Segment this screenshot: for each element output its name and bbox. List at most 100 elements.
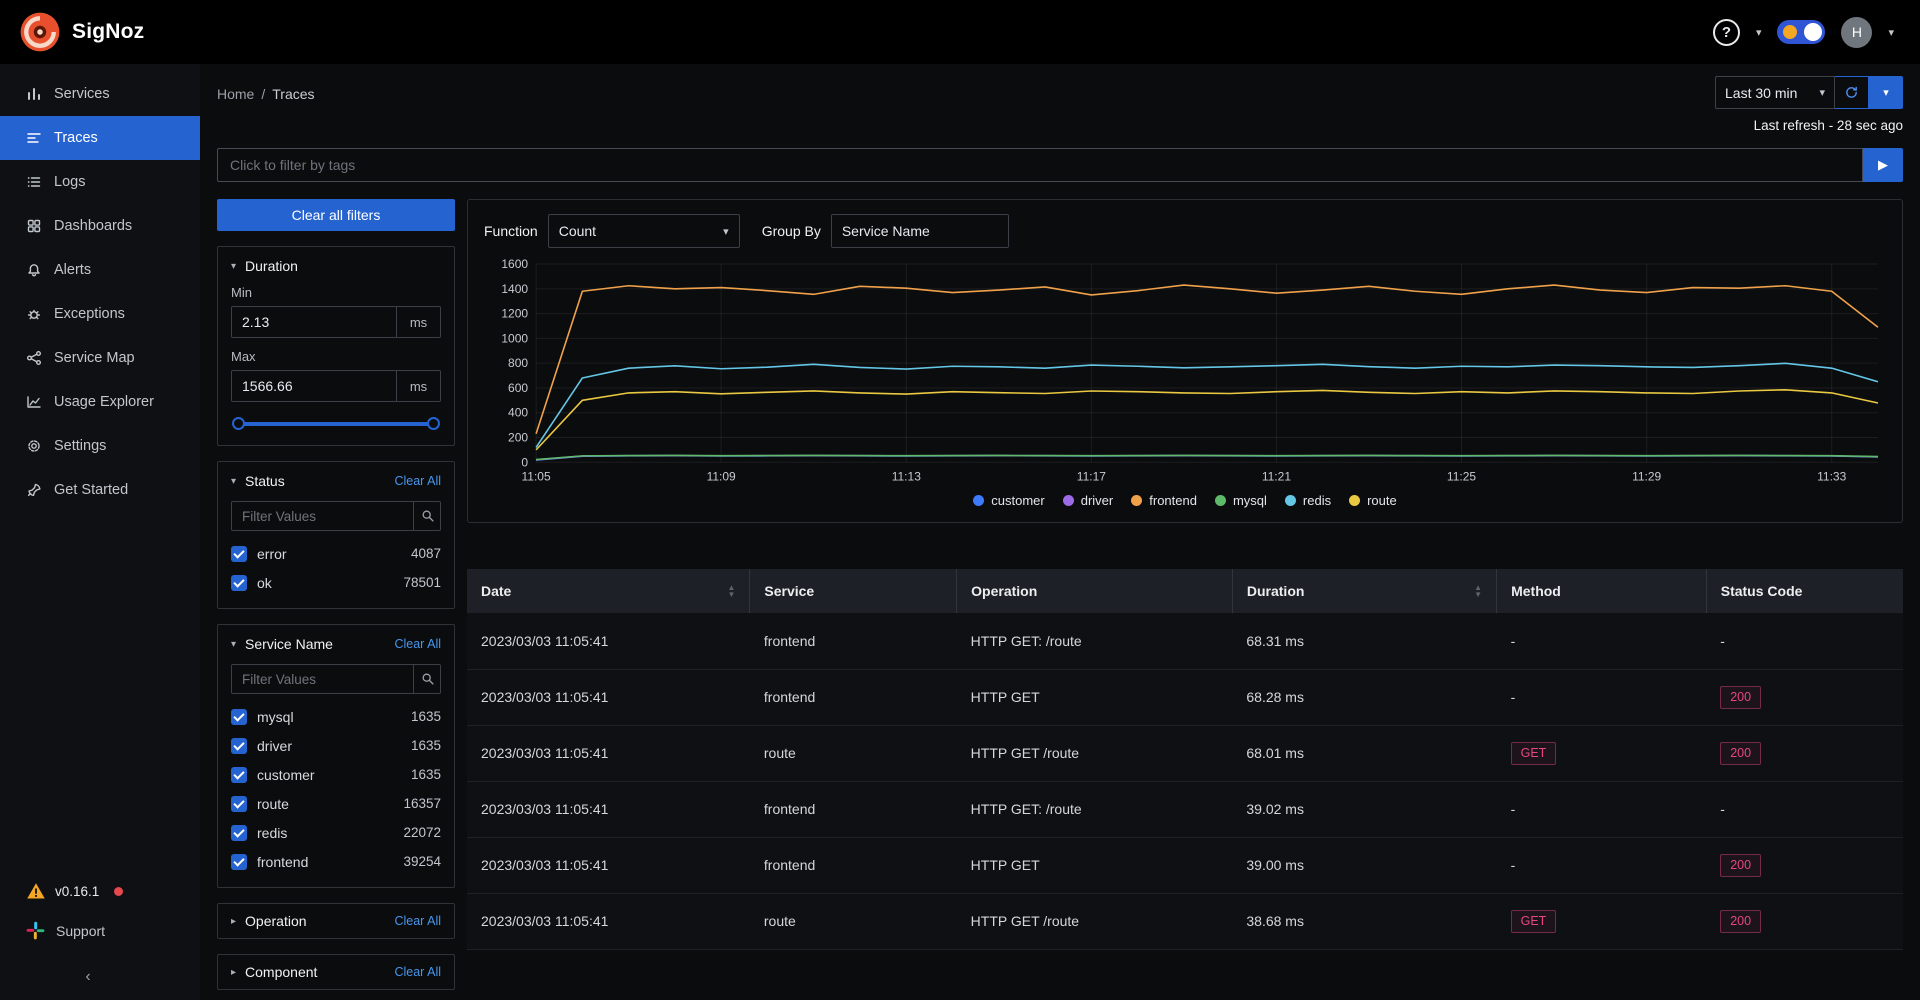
avatar[interactable]: H xyxy=(1841,16,1873,48)
checkbox-icon[interactable] xyxy=(231,766,247,783)
traces-chart[interactable]: 0 200 400 600 800 1000 1200 1400 1600 11:05 11:09 1… xyxy=(484,256,1886,491)
checkbox-icon[interactable] xyxy=(231,574,247,591)
filter-option-driver[interactable]: driver 1635 xyxy=(231,731,441,760)
cell-duration: 68.28 ms xyxy=(1232,669,1497,726)
search-icon[interactable] xyxy=(413,664,441,694)
time-range-select[interactable]: Last 30 min ▾ xyxy=(1715,76,1835,109)
duration-slider-handle-min[interactable] xyxy=(232,417,245,430)
refresh-button[interactable] xyxy=(1835,76,1869,109)
duration-max-input[interactable] xyxy=(231,370,397,402)
sidebar-item-settings[interactable]: Settings xyxy=(0,424,200,468)
service-clear-all-link[interactable]: Clear All xyxy=(394,637,441,651)
svg-text:1200: 1200 xyxy=(501,307,528,321)
refresh-options-button[interactable]: ▾ xyxy=(1869,76,1903,109)
legend-item-route[interactable]: route xyxy=(1349,493,1397,508)
results-panel: Function Count ▾ Group By Service Name 0… xyxy=(467,199,1903,950)
legend-item-customer[interactable]: customer xyxy=(973,493,1045,508)
sidebar-item-label: Exceptions xyxy=(54,306,125,322)
run-filter-button[interactable]: ▶ xyxy=(1863,148,1903,182)
legend-item-frontend[interactable]: frontend xyxy=(1131,493,1197,508)
duration-min-input[interactable] xyxy=(231,306,397,338)
tag-filter-input[interactable] xyxy=(217,148,1863,182)
help-icon[interactable]: ? xyxy=(1712,18,1740,46)
legend-item-driver[interactable]: driver xyxy=(1062,493,1113,508)
chevron-down-icon: ▾ xyxy=(1819,87,1825,99)
checkbox-icon[interactable] xyxy=(231,853,247,870)
filter-option-error[interactable]: error 4087 xyxy=(231,539,441,568)
filter-option-ok[interactable]: ok 78501 xyxy=(231,568,441,597)
theme-toggle[interactable] xyxy=(1777,20,1826,44)
legend-item-mysql[interactable]: mysql xyxy=(1214,493,1267,508)
service-filter-input[interactable] xyxy=(231,664,441,694)
sidebar-item-usage-explorer[interactable]: Usage Explorer xyxy=(0,380,200,424)
breadcrumb-home[interactable]: Home xyxy=(217,86,254,102)
sidebar-item-traces[interactable]: Traces xyxy=(0,116,200,160)
column-header-duration[interactable]: Duration ▲ ▼ xyxy=(1232,569,1498,614)
user-chevron-down-icon[interactable]: ▾ xyxy=(1888,26,1894,39)
sidebar-item-services[interactable]: Services xyxy=(0,72,200,116)
bar-chart-icon xyxy=(26,86,42,102)
sort-icon[interactable]: ▲ ▼ xyxy=(727,584,735,599)
component-section-header[interactable]: ▸ Component Clear All xyxy=(231,964,441,980)
trace-row[interactable]: 2023/03/03 11:05:41 frontend HTTP GET: /… xyxy=(467,613,1903,670)
checkbox-icon[interactable] xyxy=(231,824,247,841)
filter-option-frontend[interactable]: frontend 39254 xyxy=(231,847,441,876)
clear-all-filters-button[interactable]: Clear all filters xyxy=(217,199,455,231)
function-select[interactable]: Count ▾ xyxy=(547,214,740,248)
chevron-right-icon: ▸ xyxy=(231,915,237,927)
status-clear-all-link[interactable]: Clear All xyxy=(394,474,441,488)
traces-icon xyxy=(26,130,42,146)
duration-slider-handle-max[interactable] xyxy=(427,417,440,430)
filter-option-count: 4087 xyxy=(410,546,441,561)
chart-svg[interactable]: 0 200 400 600 800 1000 1200 1400 1600 11:05 11:09 1… xyxy=(484,256,1886,488)
brand[interactable]: SigNoz xyxy=(20,12,144,52)
alert-bell-icon xyxy=(26,262,42,278)
sidebar-collapse-icon[interactable]: ‹ xyxy=(26,968,200,986)
legend-item-redis[interactable]: redis xyxy=(1284,493,1331,508)
status-section-header[interactable]: ▾ Status Clear All xyxy=(231,473,441,489)
trace-row[interactable]: 2023/03/03 11:05:41 route HTTP GET /rout… xyxy=(467,725,1903,782)
top-bar: SigNoz ? ▾ H ▾ xyxy=(0,0,1920,64)
breadcrumb: Home / Traces xyxy=(217,86,315,102)
sidebar-item-get-started[interactable]: Get Started xyxy=(0,468,200,512)
sidebar-item-logs[interactable]: Logs xyxy=(0,160,200,204)
sidebar-item-alerts[interactable]: Alerts xyxy=(0,248,200,292)
svg-text:11:05: 11:05 xyxy=(522,469,551,483)
cell-date: 2023/03/03 11:05:41 xyxy=(467,669,750,726)
trace-row[interactable]: 2023/03/03 11:05:41 frontend HTTP GET: /… xyxy=(467,781,1903,838)
help-chevron-down-icon[interactable]: ▾ xyxy=(1756,26,1762,39)
support-link[interactable]: Support xyxy=(26,921,200,940)
status-filter-input[interactable] xyxy=(231,501,441,531)
sort-icon[interactable]: ▲ ▼ xyxy=(1474,584,1482,599)
filter-option-route[interactable]: route 16357 xyxy=(231,789,441,818)
service-section-header[interactable]: ▾ Service Name Clear All xyxy=(231,636,441,652)
svg-text:800: 800 xyxy=(508,356,528,370)
checkbox-icon[interactable] xyxy=(231,708,247,725)
operation-clear-all-link[interactable]: Clear All xyxy=(394,914,441,928)
filter-option-mysql[interactable]: mysql 1635 xyxy=(231,702,441,731)
component-clear-all-link[interactable]: Clear All xyxy=(394,965,441,979)
duration-section-header[interactable]: ▾ Duration xyxy=(231,258,441,274)
duration-max-unit: ms xyxy=(397,370,441,402)
operation-section-header[interactable]: ▸ Operation Clear All xyxy=(231,913,441,929)
trace-row[interactable]: 2023/03/03 11:05:41 route HTTP GET /rout… xyxy=(467,893,1903,950)
cell-duration: 39.02 ms xyxy=(1232,781,1497,838)
trace-row[interactable]: 2023/03/03 11:05:41 frontend HTTP GET 39… xyxy=(467,837,1903,894)
sidebar-item-dashboards[interactable]: Dashboards xyxy=(0,204,200,248)
checkbox-icon[interactable] xyxy=(231,795,247,812)
service-title: Service Name xyxy=(245,636,333,652)
group-by-select[interactable]: Service Name xyxy=(830,214,1009,248)
sidebar-nav: Services Traces Logs Dashboards Alerts E… xyxy=(0,64,200,512)
filter-option-redis[interactable]: redis 22072 xyxy=(231,818,441,847)
column-header-date[interactable]: Date ▲ ▼ xyxy=(467,569,751,614)
checkbox-icon[interactable] xyxy=(231,737,247,754)
sidebar-item-exceptions[interactable]: Exceptions xyxy=(0,292,200,336)
trace-row[interactable]: 2023/03/03 11:05:41 frontend HTTP GET 68… xyxy=(467,669,1903,726)
search-icon[interactable] xyxy=(413,501,441,531)
checkbox-icon[interactable] xyxy=(231,545,247,562)
sidebar-item-service-map[interactable]: Service Map xyxy=(0,336,200,380)
duration-slider[interactable] xyxy=(232,417,440,430)
filter-option-customer[interactable]: customer 1635 xyxy=(231,760,441,789)
sidebar-item-label: Logs xyxy=(54,174,86,190)
cell-duration: 68.01 ms xyxy=(1232,725,1497,782)
